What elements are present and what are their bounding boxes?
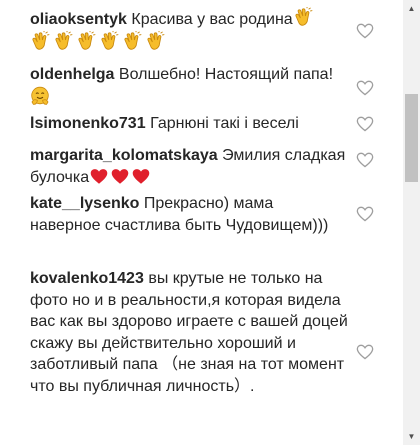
comment: oldenhelga Волшебно! Настоящий папа! xyxy=(30,64,348,109)
comment-username[interactable]: margarita_kolomatskaya xyxy=(30,147,218,164)
scroll-down-arrow-icon[interactable]: ▼ xyxy=(403,428,420,445)
scroll-up-arrow-icon[interactable]: ▲ xyxy=(403,0,420,17)
like-heart-icon[interactable] xyxy=(356,344,374,360)
scroll-thumb[interactable] xyxy=(405,94,418,182)
clapping-hands-icon xyxy=(145,31,165,51)
comment-text: вы крутые не только на фото но и в реаль… xyxy=(30,270,348,395)
comment-username[interactable]: oldenhelga xyxy=(30,66,114,83)
like-heart-icon[interactable] xyxy=(356,23,374,39)
comment: lsimonenko731 Гарнюні такі і веселі xyxy=(30,113,348,135)
like-heart-icon[interactable] xyxy=(356,80,374,96)
clapping-hands-icon xyxy=(99,31,119,51)
clapping-hands-icon xyxy=(122,31,142,51)
like-heart-icon[interactable] xyxy=(356,116,374,132)
comment-username[interactable]: kate__lysenko xyxy=(30,195,139,212)
comment-text: Гарнюні такі і веселі xyxy=(150,115,299,132)
clapping-hands-icon xyxy=(76,31,96,51)
comment: kate__lysenko Прекрасно) мама наверное с… xyxy=(30,193,348,236)
clapping-hands-icon xyxy=(293,7,313,27)
red-heart-icon xyxy=(132,168,150,185)
comment: margarita_kolomatskaya Эмилия сладкая бу… xyxy=(30,145,348,188)
hugging-face-icon xyxy=(30,86,50,106)
emoji-row xyxy=(30,35,165,52)
red-heart-icon xyxy=(111,168,129,185)
comment-username[interactable]: oliaoksentyk xyxy=(30,11,127,28)
like-heart-icon[interactable] xyxy=(356,206,374,222)
comment-text: Волшебно! Настоящий папа! xyxy=(118,66,334,83)
comment-text: Красива у вас родина xyxy=(131,11,293,28)
comment: oliaoksentyk Красива у вас родина xyxy=(30,7,348,54)
scrollbar[interactable]: ▲ ▼ xyxy=(403,0,420,445)
clapping-hands-icon xyxy=(53,31,73,51)
red-heart-icon xyxy=(90,168,108,185)
comment: kovalenko1423 вы крутые не только на фот… xyxy=(30,268,348,397)
clapping-hands-icon xyxy=(30,31,50,51)
comment-username[interactable]: kovalenko1423 xyxy=(30,270,144,287)
comment-username[interactable]: lsimonenko731 xyxy=(30,115,146,132)
like-heart-icon[interactable] xyxy=(356,152,374,168)
